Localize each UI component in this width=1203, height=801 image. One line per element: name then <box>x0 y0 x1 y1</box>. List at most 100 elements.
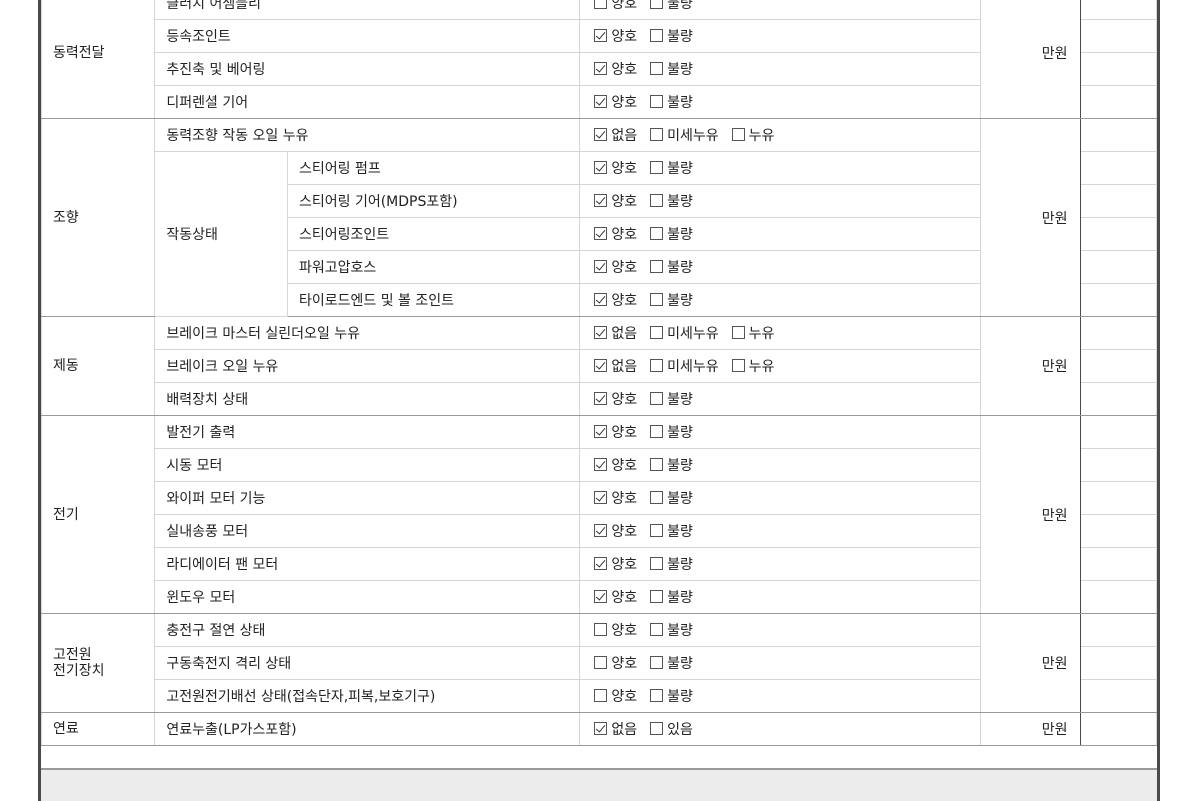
result-option[interactable]: 불량 <box>650 389 693 409</box>
checked-box-icon[interactable] <box>594 722 608 736</box>
checkbox-icon[interactable] <box>650 326 664 340</box>
result-option[interactable]: 양호 <box>594 257 637 277</box>
result-option[interactable]: 불량 <box>650 224 693 244</box>
result-option[interactable]: 불량 <box>650 620 693 640</box>
checked-box-icon[interactable] <box>594 128 608 142</box>
result-option[interactable]: 양호 <box>594 620 637 640</box>
item-cell: 실내송풍 모터 <box>154 514 581 548</box>
result-option[interactable]: 양호 <box>594 224 637 244</box>
checked-box-icon[interactable] <box>594 491 608 505</box>
result-option[interactable]: 양호 <box>594 521 637 541</box>
checkbox-icon[interactable] <box>594 623 608 637</box>
result-option[interactable]: 불량 <box>650 488 693 508</box>
checked-box-icon[interactable] <box>594 227 608 241</box>
result-option[interactable]: 불량 <box>650 422 693 442</box>
checked-box-icon[interactable] <box>594 458 608 472</box>
checkbox-icon[interactable] <box>650 392 664 406</box>
checkbox-icon[interactable] <box>731 128 745 142</box>
result-option[interactable]: 불량 <box>650 0 693 13</box>
result-option[interactable]: 양호 <box>594 653 637 673</box>
result-option[interactable]: 불량 <box>650 59 693 79</box>
result-option[interactable]: 양호 <box>594 422 637 442</box>
category-label: 연료 <box>53 721 79 737</box>
checkbox-icon[interactable] <box>650 722 664 736</box>
checked-box-icon[interactable] <box>594 524 608 538</box>
checkbox-icon[interactable] <box>650 161 664 175</box>
result-option[interactable]: 불량 <box>650 554 693 574</box>
checked-box-icon[interactable] <box>594 293 608 307</box>
result-option[interactable]: 양호 <box>594 587 637 607</box>
result-option[interactable]: 누유 <box>731 356 774 376</box>
checkbox-icon[interactable] <box>650 128 664 142</box>
checked-box-icon[interactable] <box>594 95 608 109</box>
checkbox-icon[interactable] <box>650 524 664 538</box>
checkbox-icon[interactable] <box>650 656 664 670</box>
checked-box-icon[interactable] <box>594 62 608 76</box>
result-option[interactable]: 양호 <box>594 26 637 46</box>
checkbox-icon[interactable] <box>650 359 664 373</box>
result-option[interactable]: 불량 <box>650 257 693 277</box>
result-option[interactable]: 불량 <box>650 92 693 112</box>
result-option[interactable]: 양호 <box>594 455 637 475</box>
result-option[interactable]: 양호 <box>594 554 637 574</box>
checkbox-icon[interactable] <box>594 0 608 10</box>
checkbox-icon[interactable] <box>650 293 664 307</box>
result-option[interactable]: 양호 <box>594 488 637 508</box>
result-option[interactable]: 불량 <box>650 653 693 673</box>
result-option[interactable]: 양호 <box>594 686 637 706</box>
result-option[interactable]: 불량 <box>650 158 693 178</box>
checkbox-icon[interactable] <box>650 95 664 109</box>
checkbox-icon[interactable] <box>594 656 608 670</box>
result-option[interactable]: 없음 <box>594 719 637 739</box>
result-option[interactable]: 미세누유 <box>650 323 719 343</box>
result-option[interactable]: 있음 <box>650 719 693 739</box>
result-option[interactable]: 없음 <box>594 356 637 376</box>
result-option[interactable]: 불량 <box>650 26 693 46</box>
result-option[interactable]: 양호 <box>594 92 637 112</box>
result-option[interactable]: 없음 <box>594 125 637 145</box>
checked-box-icon[interactable] <box>594 425 608 439</box>
checked-box-icon[interactable] <box>594 194 608 208</box>
result-option[interactable]: 양호 <box>594 158 637 178</box>
checkbox-icon[interactable] <box>650 458 664 472</box>
checked-box-icon[interactable] <box>594 260 608 274</box>
checkbox-icon[interactable] <box>650 227 664 241</box>
result-option[interactable]: 미세누유 <box>650 356 719 376</box>
result-option[interactable]: 불량 <box>650 587 693 607</box>
result-option[interactable]: 양호 <box>594 290 637 310</box>
result-option[interactable]: 양호 <box>594 0 637 13</box>
checkbox-icon[interactable] <box>650 623 664 637</box>
result-option[interactable]: 양호 <box>594 191 637 211</box>
result-option[interactable]: 양호 <box>594 59 637 79</box>
checked-box-icon[interactable] <box>594 29 608 43</box>
checkbox-icon[interactable] <box>650 194 664 208</box>
checked-box-icon[interactable] <box>594 557 608 571</box>
checkbox-icon[interactable] <box>650 557 664 571</box>
checkbox-icon[interactable] <box>731 326 745 340</box>
result-option[interactable]: 양호 <box>594 389 637 409</box>
checkbox-icon[interactable] <box>650 425 664 439</box>
result-option[interactable]: 미세누유 <box>650 125 719 145</box>
result-option[interactable]: 누유 <box>731 125 774 145</box>
checkbox-icon[interactable] <box>650 689 664 703</box>
checkbox-icon[interactable] <box>650 491 664 505</box>
checked-box-icon[interactable] <box>594 326 608 340</box>
result-option[interactable]: 불량 <box>650 191 693 211</box>
result-option[interactable]: 불량 <box>650 521 693 541</box>
checked-box-icon[interactable] <box>594 590 608 604</box>
checked-box-icon[interactable] <box>594 359 608 373</box>
checkbox-icon[interactable] <box>594 689 608 703</box>
result-option[interactable]: 불량 <box>650 455 693 475</box>
checkbox-icon[interactable] <box>650 0 664 10</box>
result-option[interactable]: 불량 <box>650 686 693 706</box>
result-option[interactable]: 없음 <box>594 323 637 343</box>
checkbox-icon[interactable] <box>650 62 664 76</box>
result-option[interactable]: 불량 <box>650 290 693 310</box>
checkbox-icon[interactable] <box>650 590 664 604</box>
checked-box-icon[interactable] <box>594 392 608 406</box>
checkbox-icon[interactable] <box>650 260 664 274</box>
checkbox-icon[interactable] <box>731 359 745 373</box>
result-option[interactable]: 누유 <box>731 323 774 343</box>
checkbox-icon[interactable] <box>650 29 664 43</box>
checked-box-icon[interactable] <box>594 161 608 175</box>
